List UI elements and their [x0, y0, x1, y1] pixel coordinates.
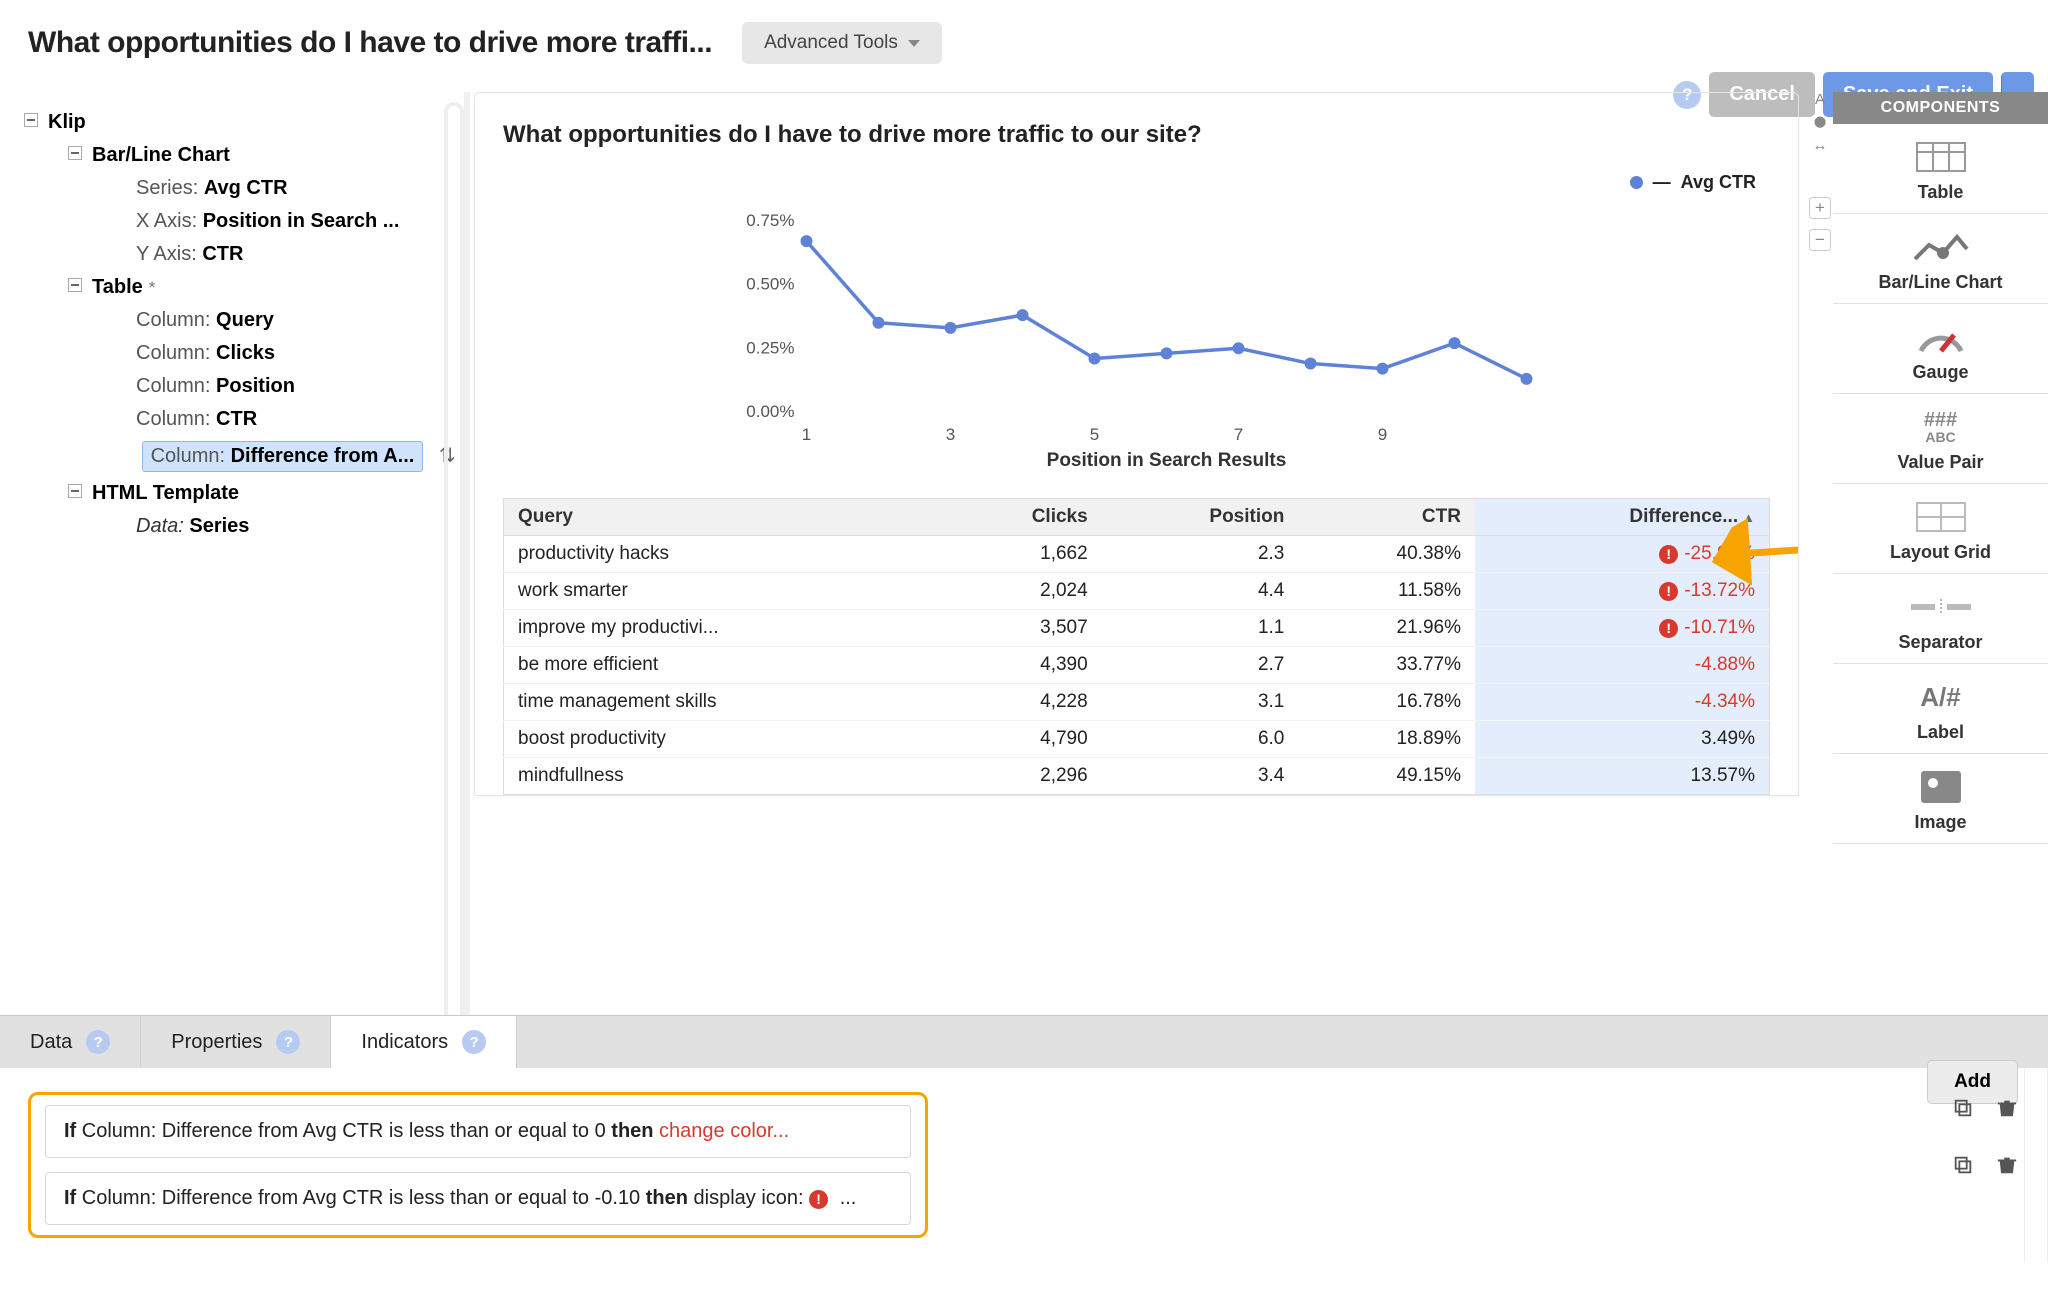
help-icon[interactable]: ? — [276, 1030, 300, 1054]
svg-text:Position in Search Results: Position in Search Results — [1047, 450, 1287, 471]
resize-icon[interactable]: ↔ — [1813, 138, 1828, 153]
line-chart: — Avg CTR 0.00% 0.25% 0.50% 0.75% 1 3 5 7 9 Posit… — [503, 162, 1770, 472]
indicator-rule[interactable]: If Column: Difference from Avg CTR is le… — [45, 1105, 911, 1158]
klip-title: What opportunities do I have to drive mo… — [503, 119, 1203, 150]
component-separator[interactable]: Separator — [1833, 574, 2048, 664]
table-header[interactable]: Difference...▲ — [1475, 499, 1770, 536]
component-icon: ###ABC — [1833, 408, 2048, 446]
svg-text:9: 9 — [1378, 425, 1387, 444]
table-header[interactable]: CTR — [1298, 499, 1475, 536]
component-bar-line-chart[interactable]: Bar/Line Chart — [1833, 214, 2048, 304]
top-bar: What opportunities do I have to drive mo… — [0, 0, 2048, 72]
zoom-in-button[interactable]: + — [1809, 197, 1831, 219]
table-row[interactable]: productivity hacks1,6622.340.38%!-25.92% — [504, 536, 1770, 573]
indicator-rule[interactable]: If Column: Difference from Avg CTR is le… — [45, 1172, 911, 1225]
tree-series[interactable]: Series: Avg CTR — [24, 172, 454, 205]
table-row[interactable]: improve my productivi...3,5071.121.96%!-… — [504, 610, 1770, 647]
components-header: COMPONENTS — [1833, 92, 2048, 124]
tree-table[interactable]: Table* — [24, 271, 454, 304]
trash-icon[interactable] — [1996, 1153, 2018, 1182]
component-icon — [1833, 588, 2048, 626]
tree-col-query[interactable]: Column: Query — [24, 304, 454, 337]
table-row[interactable]: time management skills4,2283.116.78%-4.3… — [504, 684, 1770, 721]
collapse-icon[interactable] — [68, 484, 82, 498]
tree-xaxis[interactable]: X Axis: Position in Search ... — [24, 205, 454, 238]
component-icon — [1833, 318, 2048, 356]
dot-icon[interactable]: ⬤ — [1814, 117, 1826, 128]
svg-text:1: 1 — [802, 425, 811, 444]
alert-icon: ! — [1659, 582, 1678, 601]
help-icon[interactable]: ? — [462, 1030, 486, 1054]
table-header[interactable]: Clicks — [941, 499, 1101, 536]
data-table: QueryClicksPositionCTRDifference...▲ pro… — [503, 498, 1770, 795]
text-size-icon[interactable]: A — [1815, 92, 1825, 107]
tree-col-ctr[interactable]: Column: CTR — [24, 403, 454, 436]
collapse-icon[interactable] — [24, 113, 38, 127]
tree-col-clicks[interactable]: Column: Clicks — [24, 337, 454, 370]
component-icon — [1833, 138, 2048, 176]
tree-barline[interactable]: Bar/Line Chart — [24, 139, 454, 172]
tree-html-template[interactable]: HTML Template — [24, 477, 454, 510]
tab-indicators[interactable]: Indicators? — [331, 1016, 517, 1068]
page-title: What opportunities do I have to drive mo… — [28, 26, 712, 60]
table-row[interactable]: be more efficient4,3902.733.77%-4.88% — [504, 647, 1770, 684]
table-row[interactable]: mindfullness2,2963.449.15%13.57% — [504, 758, 1770, 795]
chart-legend: — Avg CTR — [1630, 172, 1756, 193]
zoom-out-button[interactable]: − — [1809, 229, 1831, 251]
svg-text:0.50%: 0.50% — [746, 275, 794, 294]
tab-properties[interactable]: Properties? — [141, 1016, 331, 1068]
tree-root[interactable]: Klip — [24, 106, 454, 139]
tree-col-diff[interactable]: Column: Difference from A... ⇅ ⋮ — [24, 436, 454, 477]
svg-text:0.75%: 0.75% — [746, 211, 794, 230]
component-layout-grid[interactable]: Layout Grid — [1833, 484, 2048, 574]
alert-icon: ! — [809, 1190, 828, 1209]
caret-down-icon — [908, 40, 920, 47]
component-table[interactable]: Table — [1833, 124, 2048, 214]
component-icon — [1833, 498, 2048, 536]
component-icon — [1833, 768, 2048, 806]
inspector-tabs: Data? Properties? Indicators? — [0, 1016, 2048, 1068]
tab-data[interactable]: Data? — [0, 1016, 141, 1068]
scrollbar[interactable] — [2024, 1068, 2048, 1262]
component-image[interactable]: Image — [1833, 754, 2048, 844]
svg-text:7: 7 — [1234, 425, 1243, 444]
component-label[interactable]: A/#Label — [1833, 664, 2048, 754]
chart-svg: 0.00% 0.25% 0.50% 0.75% 1 3 5 7 9 Position in Sea… — [503, 162, 1770, 472]
collapse-icon[interactable] — [68, 278, 82, 292]
tree-col-position[interactable]: Column: Position — [24, 370, 454, 403]
component-value-pair[interactable]: ###ABCValue Pair — [1833, 394, 2048, 484]
component-gauge[interactable]: Gauge — [1833, 304, 2048, 394]
trash-icon[interactable] — [1996, 1096, 2018, 1125]
help-icon[interactable]: ? — [86, 1030, 110, 1054]
component-icon: A/# — [1833, 678, 2048, 716]
table-header[interactable]: Query — [504, 499, 942, 536]
component-icon — [1833, 228, 2048, 266]
zoom-controls: A ⬤ ↔ + − — [1809, 92, 1831, 251]
svg-text:0.25%: 0.25% — [746, 338, 794, 357]
duplicate-icon[interactable] — [1952, 1097, 1974, 1124]
svg-text:3: 3 — [946, 425, 955, 444]
table-header[interactable]: Position — [1102, 499, 1299, 536]
indicator-row-actions — [1952, 1096, 2018, 1182]
alert-icon: ! — [1659, 545, 1678, 564]
svg-text:0.00%: 0.00% — [746, 402, 794, 421]
tree-yaxis[interactable]: Y Axis: CTR — [24, 238, 454, 271]
collapse-icon[interactable] — [68, 146, 82, 160]
advanced-tools-button[interactable]: Advanced Tools — [742, 22, 942, 64]
tree-html-data[interactable]: Data: Series — [24, 510, 454, 543]
klip-preview: What opportunities do I have to drive mo… — [474, 92, 1799, 796]
legend-dot-icon — [1630, 176, 1643, 189]
svg-text:5: 5 — [1090, 425, 1099, 444]
duplicate-icon[interactable] — [1952, 1154, 1974, 1181]
indicator-rules: If Column: Difference from Avg CTR is le… — [28, 1092, 928, 1238]
alert-icon: ! — [1659, 619, 1678, 638]
table-row[interactable]: work smarter2,0244.411.58%!-13.72% — [504, 573, 1770, 610]
table-row[interactable]: boost productivity4,7906.018.89%3.49% — [504, 721, 1770, 758]
inspector-body: Add If Column: Difference from Avg CTR i… — [0, 1068, 2048, 1262]
inspector-panel: Data? Properties? Indicators? Add If Col… — [0, 1015, 2048, 1299]
